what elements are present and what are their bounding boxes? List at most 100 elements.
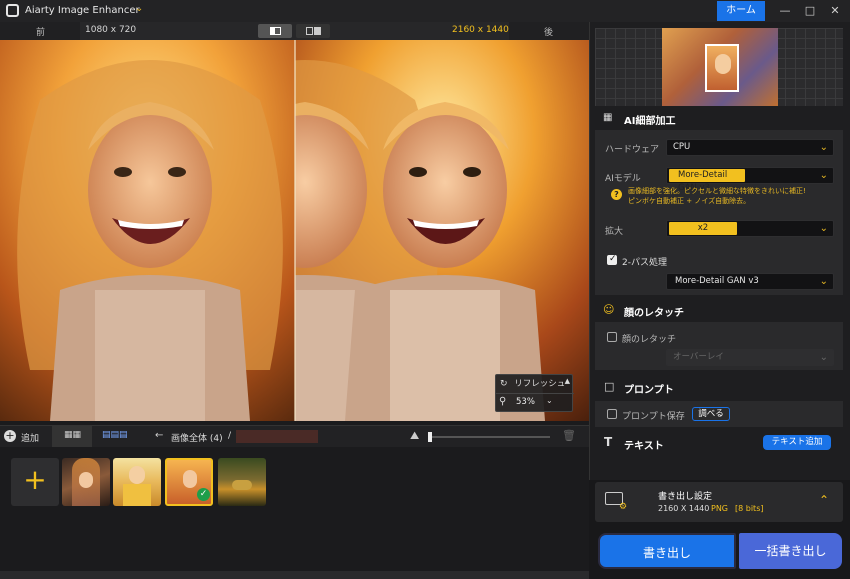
- add-button[interactable]: 追加: [21, 431, 39, 444]
- expand-up-icon[interactable]: ⌃: [819, 493, 829, 507]
- navigator-preview[interactable]: [595, 28, 843, 106]
- prompt-section-header[interactable]: □ プロンプト: [595, 377, 843, 399]
- before-label: 前: [36, 28, 46, 38]
- zoom-value[interactable]: 53%: [516, 397, 535, 407]
- add-image-tile[interactable]: +: [11, 458, 59, 506]
- gear-icon: ⚙: [619, 502, 628, 512]
- app-menu-chevron-icon[interactable]: ⌄: [135, 3, 143, 14]
- hardware-label: ハードウェア: [605, 145, 660, 155]
- scale-select[interactable]: x2 ⌄: [666, 220, 834, 237]
- chevron-down-icon: ⌄: [819, 223, 828, 234]
- two-pass-label: 2-パス処理: [622, 258, 667, 268]
- zoom-control: ↻ リフレッシュ ▲ ⚲ 53% ⌄: [495, 374, 574, 412]
- document-icon: □: [604, 380, 615, 393]
- selected-check-icon: ✓: [197, 488, 210, 501]
- ai-section-header[interactable]: ▦ AI細部加工: [595, 108, 843, 130]
- minimize-icon[interactable]: —: [775, 3, 795, 19]
- hardware-value: CPU: [673, 142, 691, 152]
- batch-export-button[interactable]: 一括書き出し: [739, 533, 842, 569]
- plus-icon: +: [23, 463, 47, 496]
- face-icon: ☺: [603, 303, 615, 316]
- after-label: 後: [544, 28, 554, 38]
- prompt-save-label: プロンプト保存: [622, 412, 685, 422]
- hardware-select[interactable]: CPU ⌄: [666, 139, 834, 156]
- ai-section-body: ハードウェア CPU ⌄ AIモデル More-Detail GAN v3 ⌄ …: [595, 130, 843, 295]
- face-retouch-label: 顔のレタッチ: [622, 335, 677, 345]
- face-section-title: 顔のレタッチ: [624, 308, 684, 319]
- text-icon: T: [604, 435, 613, 449]
- overlay-placeholder: オーバーレイ: [673, 352, 724, 362]
- thumbnail-3-selected[interactable]: ✓: [165, 458, 213, 506]
- refresh-button[interactable]: ↻ リフレッシュ ▲: [500, 377, 570, 392]
- face-retouch-checkbox[interactable]: [607, 332, 617, 342]
- thumbnail-4[interactable]: [218, 458, 266, 506]
- all-images-label[interactable]: 画像全体 (4): [171, 431, 223, 444]
- after-resolution: 2160 x 1440: [452, 25, 509, 35]
- prompt-save-checkbox[interactable]: [607, 409, 617, 419]
- export-settings[interactable]: ⚙ 書き出し設定 2160 X 1440 PNG [8 bits] ⌃: [595, 482, 843, 522]
- scale-value: x2: [669, 222, 737, 235]
- export-button[interactable]: 書き出し: [598, 533, 736, 569]
- trash-icon[interactable]: 🗑: [562, 429, 576, 442]
- close-icon[interactable]: ✕: [825, 3, 845, 19]
- grid-view-button[interactable]: ▦▦: [52, 426, 92, 447]
- inspect-button[interactable]: 調べる: [692, 407, 730, 421]
- thumbnail-size-slider[interactable]: [428, 432, 550, 442]
- app-title: Aiarty Image Enhancer: [25, 5, 140, 16]
- prompt-section-body: プロンプト保存 調べる: [595, 401, 843, 427]
- zoom-icon[interactable]: ⚲: [499, 396, 506, 407]
- model-description-line1: 画像細部を強化。ピクセルと微細な特徴をきれいに補正!: [628, 187, 806, 195]
- add-text-button[interactable]: テキスト追加: [763, 435, 831, 450]
- side-by-side-toggle[interactable]: [296, 24, 330, 38]
- split-view-toggle[interactable]: [258, 24, 292, 38]
- compare-divider[interactable]: [294, 40, 296, 421]
- two-pass-model-select[interactable]: More-Detail GAN v3 ⌄: [666, 273, 834, 290]
- two-pass-checkbox[interactable]: ✓: [607, 254, 617, 265]
- chevron-down-icon: ⌄: [819, 352, 828, 363]
- path-separator: /: [228, 431, 232, 441]
- after-image: [295, 40, 589, 421]
- thumbnail-1[interactable]: [62, 458, 110, 506]
- export-dimensions: 2160 X 1440: [658, 504, 710, 513]
- chevron-down-icon: ⌄: [819, 276, 828, 287]
- navigator-image: [662, 28, 778, 106]
- before-image: [0, 40, 295, 421]
- slider-handle[interactable]: [428, 432, 432, 442]
- two-pass-model-value: More-Detail GAN v3: [675, 276, 759, 286]
- grid-icon: ▦▦: [64, 430, 82, 440]
- image-size-icon: ⛰: [410, 429, 420, 442]
- check-icon: ✓: [609, 254, 617, 264]
- export-format: PNG: [711, 504, 729, 513]
- navigator-viewport[interactable]: [705, 44, 739, 92]
- maximize-icon[interactable]: □: [800, 3, 820, 19]
- text-section-header: T テキスト テキスト追加: [595, 433, 843, 455]
- status-strip: [0, 571, 589, 579]
- home-button[interactable]: ホーム: [717, 1, 765, 21]
- prompt-section-title: プロンプト: [624, 385, 674, 396]
- refresh-icon: ↻: [500, 379, 508, 389]
- face-section-header[interactable]: ☺ 顔のレタッチ: [595, 300, 843, 322]
- image-viewer[interactable]: [0, 40, 589, 421]
- chevron-down-icon: ⌄: [819, 170, 828, 181]
- ai-model-select[interactable]: More-Detail GAN v3 ⌄: [666, 167, 834, 193]
- face-section-body: 顔のレタッチ オーバーレイ ⌄: [595, 322, 843, 370]
- model-description-line2: ピンボケ自動補正 + ノイズ自動除去。: [628, 197, 751, 205]
- filmstrip-view-button[interactable]: ▤▤▤: [92, 426, 132, 447]
- add-icon[interactable]: +: [4, 430, 16, 442]
- text-section-title: テキスト: [624, 441, 664, 452]
- before-resolution: 1080 x 720: [85, 25, 137, 35]
- compare-bar: 前 1080 x 720 2160 x 1440 後: [0, 22, 589, 40]
- export-bit-depth: [8 bits]: [735, 504, 764, 513]
- overlay-select: オーバーレイ ⌄: [666, 349, 834, 366]
- back-arrow-icon[interactable]: ←: [155, 430, 163, 441]
- help-icon[interactable]: ?: [611, 189, 622, 200]
- current-file-name: [236, 430, 318, 443]
- thumbnail-2[interactable]: [113, 458, 161, 506]
- ai-model-value: More-Detail GAN v3: [669, 169, 745, 193]
- ai-model-label: AIモデル: [605, 174, 641, 184]
- export-settings-title: 書き出し設定: [658, 492, 713, 502]
- bottom-toolbar: + 追加 ▦▦ ▤▤▤ ← 画像全体 (4) / ⛰ 🗑: [0, 425, 589, 447]
- scale-label: 拡大: [605, 227, 624, 237]
- zoom-dropdown-icon[interactable]: ⌄: [546, 396, 553, 405]
- chevron-down-icon: ⌄: [819, 142, 828, 153]
